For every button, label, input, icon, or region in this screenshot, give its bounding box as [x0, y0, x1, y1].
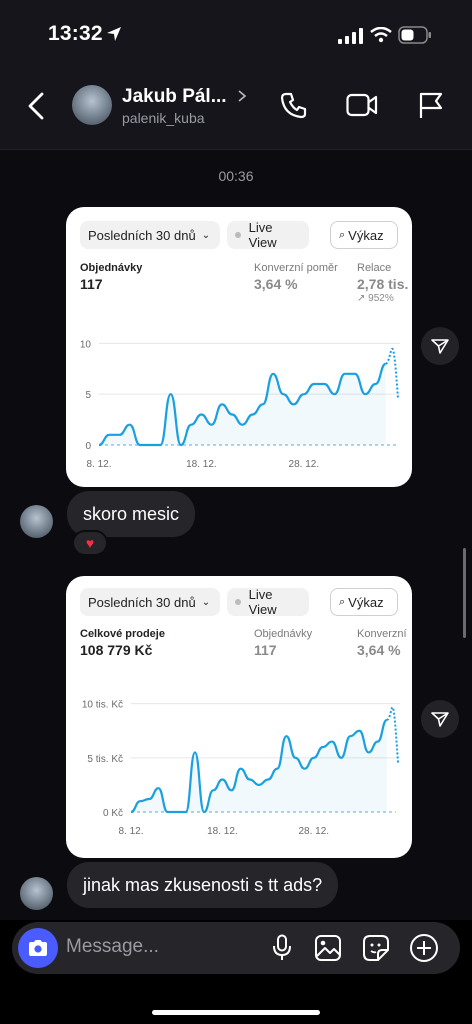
y-tick-label: 10 tis. Kč [82, 700, 123, 711]
series-area [131, 719, 387, 812]
status-time: 13:32 [48, 22, 103, 45]
x-tick-label: 28. 12. [298, 826, 329, 837]
series-line-partial [385, 348, 399, 399]
scrollbar[interactable] [463, 548, 466, 638]
camera-icon [29, 940, 47, 956]
y-tick-label: 0 [85, 441, 91, 452]
send-arrow-icon [431, 712, 449, 727]
reaction-badge[interactable]: ♥ [72, 530, 108, 556]
sender-avatar[interactable] [20, 505, 53, 538]
chevron-right-icon [238, 90, 247, 102]
message-timestamp: 00:36 [218, 168, 254, 184]
gallery-icon[interactable] [314, 934, 342, 962]
add-icon[interactable] [409, 933, 439, 963]
back-chevron-icon[interactable] [26, 92, 46, 120]
cellular-signal-icon [338, 28, 363, 44]
chat-header [0, 70, 472, 150]
x-tick-label: 8. 12. [86, 459, 111, 470]
contact-name[interactable]: Jakub Pál... [122, 86, 227, 108]
y-tick-label: 0 Kč [103, 808, 123, 819]
x-tick-label: 28. 12. [289, 459, 320, 470]
shared-image-analytics-sales[interactable]: Posledních 30 dnů ⌄ Live View ⌕ Výkaz Ce… [66, 576, 412, 858]
wifi-icon [370, 27, 392, 43]
microphone-icon[interactable] [272, 934, 292, 962]
y-tick-label: 5 [85, 390, 91, 401]
sender-avatar[interactable] [20, 877, 53, 910]
y-tick-label: 5 tis. Kč [87, 754, 123, 765]
sales-line-chart: 10 tis. Kč 5 tis. Kč 0 Kč 8. 12. 18. 12. 28. … [82, 700, 400, 837]
share-button[interactable] [421, 700, 459, 738]
orders-line-chart: 10 5 0 8. 12. 18. 12. 28. 12. [80, 339, 400, 470]
send-arrow-icon [431, 339, 449, 354]
flag-icon[interactable] [418, 91, 444, 119]
x-tick-label: 8. 12. [118, 826, 143, 837]
phone-call-icon[interactable] [280, 91, 308, 119]
share-button[interactable] [421, 327, 459, 365]
contact-avatar[interactable] [72, 85, 112, 125]
message-text: jinak mas zkusenosti s tt ads? [83, 874, 323, 895]
video-call-icon[interactable] [346, 93, 378, 117]
location-arrow-icon [107, 27, 121, 41]
series-line-partial [386, 706, 399, 763]
home-indicator [152, 1010, 320, 1015]
sticker-icon[interactable] [362, 934, 390, 962]
contact-handle: palenik_kuba [122, 110, 205, 126]
battery-icon [398, 26, 431, 44]
camera-button[interactable] [18, 928, 58, 968]
x-tick-label: 18. 12. [186, 459, 217, 470]
message-input[interactable]: Message... [66, 936, 159, 958]
shared-image-analytics-orders[interactable]: Posledních 30 dnů ⌄ Live View ⌕ Výkaz Ob… [66, 207, 412, 487]
message-bubble[interactable]: jinak mas zkusenosti s tt ads? [67, 862, 339, 908]
y-tick-label: 10 [80, 339, 92, 350]
x-tick-label: 18. 12. [207, 826, 238, 837]
message-text: skoro mesic [83, 503, 180, 524]
heart-icon: ♥ [85, 535, 95, 551]
